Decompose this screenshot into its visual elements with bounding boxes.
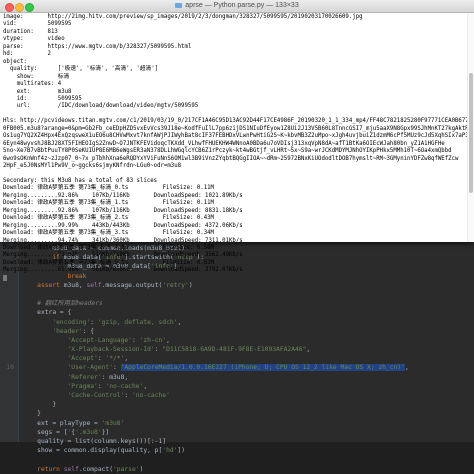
code-line[interactable]: 'Accept': '*/*',: [0, 354, 474, 363]
terminal-line: Merging.........92.86% 107Kb/116Kb Downl…: [3, 207, 243, 214]
terminal-line: Merging.........71.62% 514Kb/718Kb Downl…: [3, 252, 243, 259]
window-title: aprse — Python parse.py — 133×33: [0, 0, 474, 12]
code-line[interactable]: assert m3u8, self.message.output('retry'…: [0, 281, 474, 290]
code-line[interactable]: 'Cache-Control': 'no-cache': [0, 391, 474, 400]
terminal-line: id: 5099595: [3, 95, 82, 102]
terminal-line: show: 标清: [3, 73, 70, 80]
terminal-line: 0FB005.m3u8?arange=0&pm=Gb2Fb_ceEDpHZD5v…: [3, 125, 474, 132]
code-line[interactable]: 'Referer': m3u8,: [0, 373, 474, 382]
window-title-text: aprse — Python parse.py — 133×33: [185, 2, 299, 9]
terminal-line: 6Eyn48wyvshJ8BJ28XT5FIHEOIgS2ZnwD~O7JNTK…: [3, 140, 445, 147]
code-text: return self.compact('parse'): [37, 465, 144, 473]
terminal-line: parse: https://www.mgtv.com/b/328327/509…: [3, 43, 192, 50]
code-area[interactable]: m3u8_data = common.loads(m3u8_html) if m…: [0, 244, 474, 474]
code-line[interactable]: 'X-Playback-Session-Id': "D11C5818-6A9D-…: [0, 345, 474, 354]
terminal-line: Merging.........65.96% 561Kb/850Kb Downl…: [3, 267, 243, 274]
code-line[interactable]: show = common.display(quality, p['hd']): [0, 446, 474, 455]
code-line[interactable]: extra = {: [0, 308, 474, 317]
terminal-line: duration: 813: [3, 28, 58, 35]
code-text: 'Referer': m3u8,: [67, 373, 129, 381]
terminal-output[interactable]: image: http://2img.hitv.com/preview/sp_i…: [0, 13, 474, 281]
code-text: assert m3u8, self.message.output('retry'…: [37, 281, 193, 289]
code-line[interactable]: }: [0, 409, 474, 418]
code-text: segs = ['{'.m3u8'}]: [22, 428, 110, 436]
terminal-line: Merging.........99.99% 443Kb/443Kb Downl…: [3, 222, 243, 229]
terminal-line: image: http://2img.hitv.com/preview/sp_i…: [3, 14, 363, 20]
terminal-line: object:: [3, 58, 27, 65]
code-line[interactable]: 10 'User-Agent': 'AppleCoreMedia/1.0.0.1…: [0, 363, 474, 372]
terminal-line: ext: m3u8: [3, 88, 72, 95]
code-line[interactable]: 'header': {: [0, 327, 474, 336]
terminal-line: Download: 律政A梦第五季 第73集_标清_2.ts FileSize:…: [3, 215, 214, 222]
code-line[interactable]: segs = ['{'.m3u8'}]: [0, 428, 474, 437]
terminal-line: Download: 律政A梦第五季 第73集_标清_3.ts FileSize:…: [3, 230, 214, 237]
code-line[interactable]: ext = playType = 'm3u8': [0, 419, 474, 428]
terminal-line: Hls: http://pcvideows.titan.mgtv.com/c1/…: [3, 118, 469, 125]
terminal-line: vtype: video: [3, 36, 65, 43]
terminal-scrollbar[interactable]: [467, 13, 474, 242]
code-line[interactable]: return self.compact('parse'): [0, 465, 474, 474]
code-text: 'encoding': 'gzip, deflate, sdch',: [52, 318, 182, 326]
code-line[interactable]: 'Pragma': 'no-cache',: [0, 382, 474, 391]
code-text: 'X-Playback-Session-Id': "D11C5818-6A9D-…: [67, 346, 311, 354]
terminal-line: multirates: 4: [3, 81, 62, 88]
title-bar[interactable]: aprse — Python parse.py — 133×33: [0, 0, 474, 13]
folder-icon: [175, 2, 183, 8]
code-text: 'header': {: [52, 327, 95, 335]
code-text: show = common.display(quality, p['hd']): [22, 447, 186, 455]
line-number: 10: [6, 364, 14, 372]
terminal-line: Download: 律政A梦第五季 第73集_标清_0.ts FileSize:…: [3, 185, 214, 192]
code-text: }: [22, 401, 57, 409]
terminal-line: hd: 2: [3, 51, 51, 58]
scrollbar-thumb[interactable]: [469, 73, 473, 193]
terminal-line: Download: 律政A梦第五季 第73集_标清_5.ts FileSize:…: [3, 259, 214, 266]
code-line[interactable]: # 翻红所用到headers: [0, 299, 474, 308]
code-text: extra = {: [22, 309, 72, 317]
terminal-line: 2HpF_e5J0NsMYl1Pw9V_o~ggcks6sjmyKNfrdn~L…: [3, 163, 182, 169]
terminal-line: 5no~Xe7B7vBbtPuuTY8P0SeKUIUP8E6MB6eWgsER…: [3, 148, 452, 155]
terminal-line: 6wo9sOKnWnf4z~zJzp07_0~7x_pTbhhXna6eRQDY…: [3, 155, 459, 162]
code-text: ext = playType = 'm3u8': [22, 419, 125, 427]
code-text: 'Pragma': 'no-cache',: [67, 382, 148, 390]
terminal-line: Download: 律政A梦第五季 第73集_标清_4.ts FileSize:…: [3, 244, 214, 251]
text-cursor: [3, 274, 7, 281]
terminal-line: url: /IDC/download/download/video/mgtv/5…: [3, 103, 199, 110]
code-text: # 翻红所用到headers: [37, 300, 103, 308]
code-line[interactable]: 'Accept-Language': 'zh-cn',: [0, 336, 474, 345]
terminal-line: Merging.........94.74% 341Kb/360Kb Downl…: [3, 237, 243, 244]
code-line[interactable]: }: [0, 400, 474, 409]
code-text: 'Accept-Language': 'zh-cn',: [67, 336, 170, 344]
code-text: }: [22, 410, 41, 418]
code-text: 'Accept': '*/*',: [67, 355, 129, 363]
code-line[interactable]: [0, 290, 474, 299]
code-text: 'Cache-Control': 'no-cache': [67, 392, 170, 399]
code-line[interactable]: [0, 455, 474, 464]
terminal-window[interactable]: aprse — Python parse.py — 133×33 image: …: [0, 0, 474, 281]
terminal-line: quality: ['极速', '标清', '高清', '超清']: [3, 66, 159, 73]
terminal-line: vid: 5099595: [3, 21, 72, 28]
code-line[interactable]: 'encoding': 'gzip, deflate, sdch',: [0, 318, 474, 327]
terminal-cursor-line: [3, 274, 7, 282]
terminal-line: Os1ug7YQ2XZ4Hpx4ExQzqsweX1uEO6u8CHVwMxvt…: [3, 133, 474, 140]
terminal-line: Download: 律政A梦第五季 第73集_标清_1.ts FileSize:…: [3, 200, 214, 207]
code-text: 'User-Agent': 'AppleCoreMedia/1.0.0.16E2…: [67, 364, 409, 372]
